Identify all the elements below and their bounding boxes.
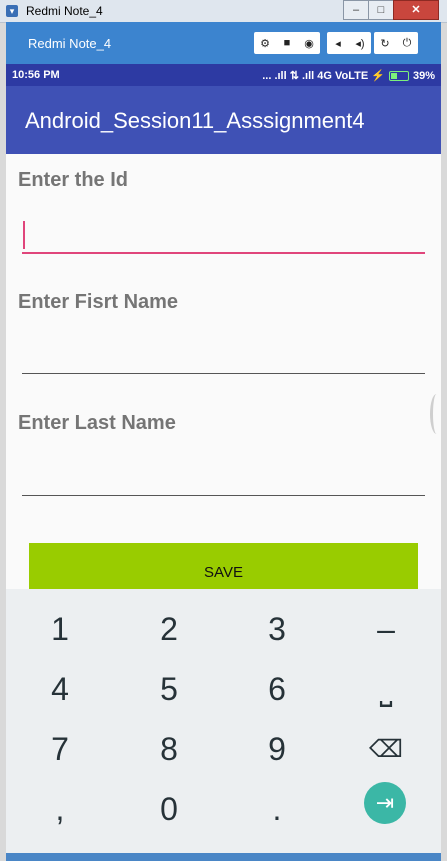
key-9[interactable]: 9 bbox=[223, 719, 331, 779]
first-name-label: Enter Fisrt Name bbox=[18, 291, 179, 313]
key-3[interactable]: 3 bbox=[223, 599, 331, 659]
key-6[interactable]: 6 bbox=[223, 659, 331, 719]
key-2[interactable]: 2 bbox=[115, 599, 223, 659]
key-0[interactable]: 0 bbox=[115, 779, 223, 839]
volume-up-icon[interactable]: ◂) bbox=[349, 32, 371, 54]
rotate-icon[interactable]: ↻ bbox=[374, 32, 396, 54]
side-scroll-handle[interactable] bbox=[430, 394, 441, 434]
first-name-input[interactable] bbox=[22, 373, 425, 374]
minimize-button[interactable]: – bbox=[343, 0, 369, 20]
key-7[interactable]: 7 bbox=[6, 719, 114, 779]
last-name-label: Enter Last Name bbox=[18, 412, 176, 434]
window-title: Redmi Note_4 bbox=[26, 4, 103, 18]
text-cursor bbox=[23, 221, 25, 249]
numeric-keypad: 1 2 3 – 4 5 6 ⎵ 7 8 9 ⌫ , 0 . ⇥ bbox=[6, 589, 441, 861]
key-period[interactable]: . bbox=[223, 779, 331, 839]
tool-group-capture: ⚙ ■ ◉ bbox=[254, 32, 320, 54]
tool-group-volume: ◂ ◂) bbox=[327, 32, 371, 54]
key-minus[interactable]: – bbox=[332, 599, 440, 659]
app-title: Android_Session11_Asssignment4 bbox=[25, 108, 365, 133]
backspace-icon[interactable]: ⌫ bbox=[332, 719, 440, 779]
power-icon[interactable]: ⏻ bbox=[396, 32, 418, 54]
tool-group-power: ↻ ⏻ bbox=[374, 32, 418, 54]
app-window-icon: ▾ bbox=[6, 5, 18, 17]
video-camera-icon[interactable]: ■ bbox=[276, 32, 298, 54]
key-8[interactable]: 8 bbox=[115, 719, 223, 779]
status-bar: 10:56 PM ... .ıll ⇅ .ıll 4G VoLTE ⚡ 39% bbox=[6, 64, 441, 86]
device-toolbar: Redmi Note_4 ⚙ ■ ◉ ◂ ◂) ↻ ⏻ bbox=[6, 22, 441, 64]
signal-indicators: ... .ıll ⇅ .ıll 4G VoLTE ⚡ bbox=[262, 70, 385, 82]
status-time: 10:56 PM bbox=[12, 69, 60, 81]
close-button[interactable]: ✕ bbox=[393, 0, 439, 20]
battery-icon bbox=[388, 70, 409, 81]
id-label: Enter the Id bbox=[18, 169, 129, 191]
settings-icon[interactable]: ⚙ bbox=[254, 32, 276, 54]
battery-percent: 39% bbox=[412, 69, 435, 82]
next-field-icon[interactable]: ⇥ bbox=[364, 782, 406, 824]
key-5[interactable]: 5 bbox=[115, 659, 223, 719]
key-4[interactable]: 4 bbox=[6, 659, 114, 719]
volume-down-icon[interactable]: ◂ bbox=[327, 32, 349, 54]
app-bar: Android_Session11_Asssignment4 bbox=[6, 86, 441, 154]
key-1[interactable]: 1 bbox=[6, 599, 114, 659]
device-name: Redmi Note_4 bbox=[28, 36, 112, 51]
space-key-icon[interactable]: ⎵ bbox=[332, 659, 440, 719]
phone-screen: 10:56 PM ... .ıll ⇅ .ıll 4G VoLTE ⚡ 39% … bbox=[6, 64, 441, 861]
screenshot-camera-icon[interactable]: ◉ bbox=[298, 32, 320, 54]
last-name-input[interactable] bbox=[22, 495, 425, 496]
id-input[interactable] bbox=[22, 252, 425, 254]
status-indicators: ... .ıll ⇅ .ıll 4G VoLTE ⚡ 39% bbox=[262, 69, 435, 83]
navigation-bar bbox=[6, 853, 441, 861]
maximize-button[interactable]: □ bbox=[368, 0, 394, 20]
window-title-bar: ▾ Redmi Note_4 – □ ✕ bbox=[0, 0, 447, 23]
save-button[interactable]: SAVE bbox=[29, 543, 418, 589]
key-comma[interactable]: , bbox=[6, 779, 114, 839]
